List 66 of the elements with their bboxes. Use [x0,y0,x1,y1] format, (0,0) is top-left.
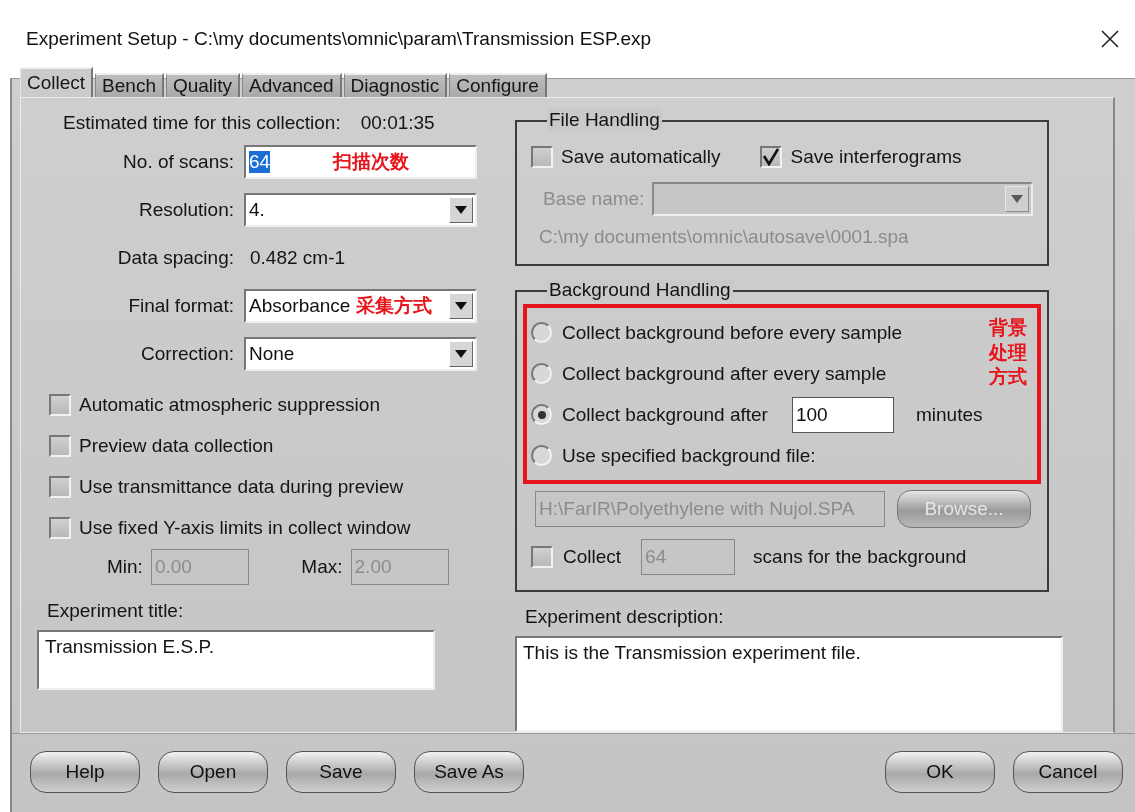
dialog-button[interactable]: OK [885,750,995,793]
experiment-title-field[interactable]: Transmission E.S.P. [37,630,435,690]
description-label: Experiment description: [525,606,725,628]
estimated-time-label: Estimated time for this collection: [63,112,341,134]
caret-icon [1011,195,1023,203]
caret-icon [455,302,467,310]
field-label: Data spacing: [116,247,234,269]
checkbox-label: Save automatically [561,146,721,168]
checkbox-label: Use transmittance data during preview [79,475,404,498]
minutes-field[interactable]: 100 [791,396,894,433]
dialog-button[interactable]: Save As [414,750,524,793]
radio-label: Collect background after [562,403,768,426]
field-label: Correction: [140,343,234,365]
checkbox[interactable] [49,475,71,498]
experiment-title-label: Experiment title: [47,600,185,622]
autosave-path: C:\my documents\omnic\autosave\0001.spa [539,226,909,248]
group-title: File Handling [547,109,662,131]
dropdown[interactable]: None [244,337,477,371]
checkbox[interactable] [49,516,71,539]
field-label: Resolution: [137,199,234,221]
radio-button[interactable] [531,445,552,466]
annotation: 扫描次数 [333,150,410,174]
limit-label: Max: [301,556,343,578]
checkbox[interactable] [49,393,71,416]
checkbox-label: Preview data collection [79,434,274,457]
field-value: 0.482 cm-1 [249,247,347,269]
radio-label: Collect background after every sample [562,362,887,385]
description-field[interactable]: This is the Transmission experiment file. [515,636,1063,732]
radio-button[interactable] [531,404,552,425]
field-label: No. of scans: [122,151,234,173]
annotation: 背景处理方式 [989,316,1027,390]
unit-label: minutes [915,403,983,426]
input-field[interactable]: 64 扫描次数 [244,145,477,179]
checkbox-label: Collect [563,546,622,568]
field-label: Final format: [127,295,234,317]
tab[interactable]: Diagnostic [343,73,448,97]
caret-icon [455,350,467,358]
annotation: 采集方式 [356,294,433,318]
tab[interactable]: Quality [165,73,241,97]
tab[interactable]: Collect [20,67,94,97]
checkbox[interactable] [760,146,783,168]
dropdown[interactable]: 4. [244,193,477,227]
checkbox-label: Save interferograms [790,146,962,168]
base-name-label: Base name: [543,188,645,210]
dialog-button[interactable]: Open [158,750,268,793]
scans-label: scans for the background [753,546,967,568]
dialog-button[interactable]: Save [286,750,396,793]
caret-icon [455,206,467,214]
radio-label: Collect background before every sample [562,321,903,344]
radio-button[interactable] [531,363,552,384]
dialog-button[interactable]: Cancel [1013,750,1123,793]
checkbox-label: Automatic atmospheric suppression [79,393,380,416]
limit-label: Min: [107,556,143,578]
tab[interactable]: Configure [449,73,547,97]
tab[interactable]: Bench [95,73,164,97]
tab[interactable]: Advanced [242,73,342,97]
checkbox[interactable] [531,146,553,168]
checkbox-label: Use fixed Y-axis limits in collect window [79,516,411,539]
radio-label: Use specified background file: [562,444,816,467]
dialog-button[interactable]: Help [30,750,140,793]
radio-button[interactable] [531,322,552,343]
checkbox[interactable] [531,546,553,568]
checkbox[interactable] [49,434,71,457]
window-title: Experiment Setup - C:\my documents\omnic\param\Transmission ESP.exp [26,28,652,50]
dropdown[interactable]: Absorbance 采集方式 [244,289,477,323]
estimated-time-value: 00:01:35 [360,112,435,134]
